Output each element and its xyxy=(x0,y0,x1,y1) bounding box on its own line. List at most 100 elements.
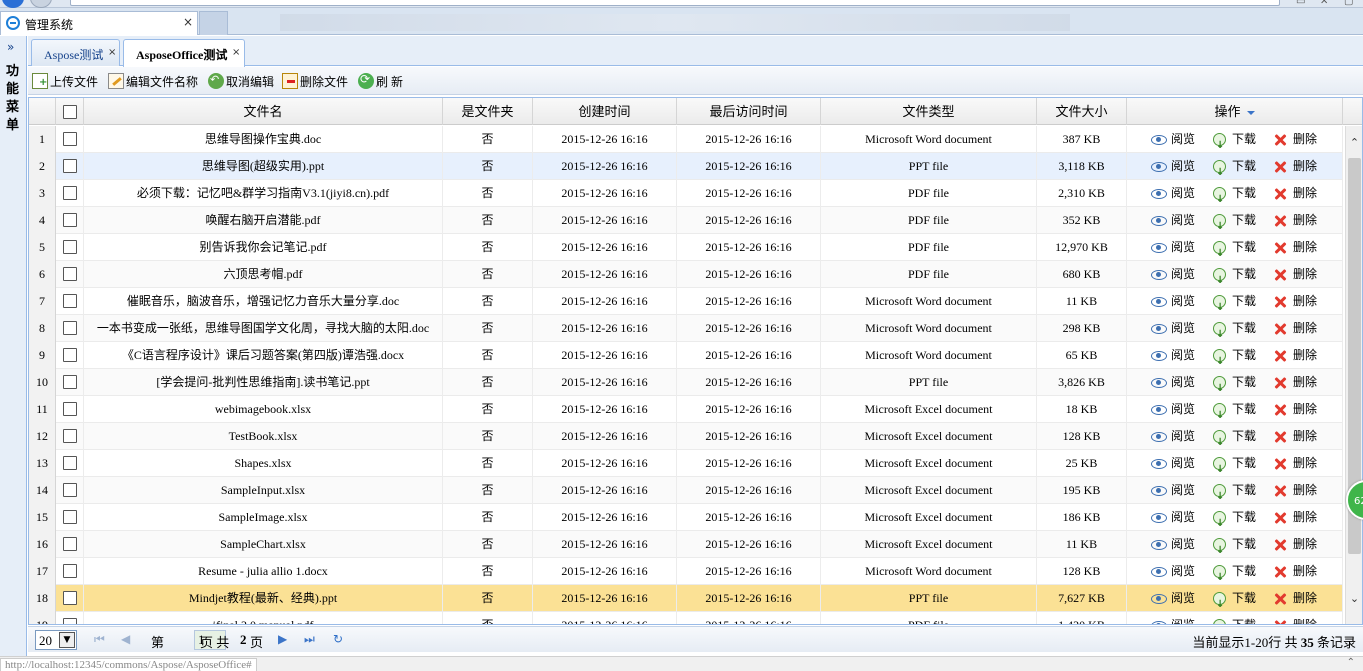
chevron-down-icon[interactable]: ▼ xyxy=(59,632,75,648)
view-button[interactable]: 阅览 xyxy=(1151,153,1195,180)
download-button[interactable]: 下载 xyxy=(1213,315,1256,342)
download-button[interactable]: 下载 xyxy=(1213,288,1256,315)
browser-tab[interactable]: 管理系统 × xyxy=(0,11,198,35)
row-select-cell[interactable] xyxy=(56,504,84,531)
row-checkbox[interactable] xyxy=(62,618,77,624)
download-button[interactable]: 下载 xyxy=(1213,558,1256,585)
download-button[interactable]: 下载 xyxy=(1213,342,1256,369)
table-row[interactable]: 11 webimagebook.xlsx 否 2015-12-26 16:16 2015… xyxy=(29,396,1343,423)
row-checkbox[interactable] xyxy=(62,591,77,606)
col-last-access-time[interactable]: 最后访问时间 xyxy=(677,98,821,125)
view-button[interactable]: 阅览 xyxy=(1151,261,1195,288)
row-select-cell[interactable] xyxy=(56,261,84,288)
row-checkbox[interactable] xyxy=(62,537,77,552)
download-button[interactable]: 下载 xyxy=(1213,207,1256,234)
upload-file-button[interactable]: 上传文件 xyxy=(32,72,98,90)
delete-button[interactable]: 删除 xyxy=(1273,369,1317,396)
close-tab-icon[interactable]: × xyxy=(108,47,116,58)
row-select-cell[interactable] xyxy=(56,396,84,423)
row-checkbox[interactable] xyxy=(62,240,77,255)
view-button[interactable]: 阅览 xyxy=(1151,477,1195,504)
browser-back-button[interactable] xyxy=(2,0,24,8)
delete-button[interactable]: 删除 xyxy=(1273,612,1317,624)
delete-button[interactable]: 删除 xyxy=(1273,585,1317,612)
col-created-time[interactable]: 创建时间 xyxy=(533,98,677,125)
delete-button[interactable]: 删除 xyxy=(1273,396,1317,423)
expand-menu-icon[interactable]: » xyxy=(7,40,14,54)
table-row[interactable]: 17 Resume - julia allio 1.docx 否 2015-12-26… xyxy=(29,558,1343,585)
select-all-checkbox[interactable] xyxy=(62,105,77,120)
delete-button[interactable]: 删除 xyxy=(1273,288,1317,315)
new-tab-button[interactable] xyxy=(199,11,228,35)
delete-button[interactable]: 删除 xyxy=(1273,315,1317,342)
last-page-icon[interactable]: ⏭ xyxy=(304,632,315,647)
browser-forward-button[interactable] xyxy=(30,0,52,8)
row-checkbox[interactable] xyxy=(62,348,77,363)
row-select-cell[interactable] xyxy=(56,612,84,624)
minimize-icon[interactable]: ▭ xyxy=(1296,0,1308,7)
row-select-cell[interactable] xyxy=(56,531,84,558)
download-button[interactable]: 下载 xyxy=(1213,531,1256,558)
address-bar[interactable] xyxy=(70,0,1280,6)
row-select-cell[interactable] xyxy=(56,477,84,504)
row-checkbox[interactable] xyxy=(62,132,77,147)
delete-file-button[interactable]: 删除文件 xyxy=(282,72,348,90)
col-file-size[interactable]: 文件大小 xyxy=(1037,98,1127,125)
row-checkbox[interactable] xyxy=(62,267,77,282)
cancel-edit-button[interactable]: 取消编辑 xyxy=(208,72,274,90)
view-button[interactable]: 阅览 xyxy=(1151,450,1195,477)
table-row[interactable]: 12 TestBook.xlsx 否 2015-12-26 16:16 2015-12-… xyxy=(29,423,1343,450)
row-select-cell[interactable] xyxy=(56,207,84,234)
table-row[interactable]: 7 催眠音乐，脑波音乐，增强记忆力音乐大量分享.doc 否 2015-12-26 16… xyxy=(29,288,1343,315)
row-select-cell[interactable] xyxy=(56,315,84,342)
view-button[interactable]: 阅览 xyxy=(1151,369,1195,396)
download-button[interactable]: 下载 xyxy=(1213,261,1256,288)
download-button[interactable]: 下载 xyxy=(1213,153,1256,180)
download-button[interactable]: 下载 xyxy=(1213,612,1256,624)
row-select-cell[interactable] xyxy=(56,153,84,180)
download-button[interactable]: 下载 xyxy=(1213,504,1256,531)
row-checkbox[interactable] xyxy=(62,483,77,498)
table-row[interactable]: 6 六顶思考帽.pdf 否 2015-12-26 16:16 2015-12-26 16… xyxy=(29,261,1343,288)
function-menu-label[interactable]: 功能菜单 xyxy=(6,62,20,134)
table-row[interactable]: 9 《C语言程序设计》课后习题答案(第四版)谭浩强.docx 否 2015-12-26… xyxy=(29,342,1343,369)
row-select-cell[interactable] xyxy=(56,288,84,315)
row-checkbox[interactable] xyxy=(62,294,77,309)
delete-button[interactable]: 删除 xyxy=(1273,207,1317,234)
row-checkbox[interactable] xyxy=(62,429,77,444)
delete-button[interactable]: 删除 xyxy=(1273,261,1317,288)
delete-button[interactable]: 删除 xyxy=(1273,153,1317,180)
view-button[interactable]: 阅览 xyxy=(1151,531,1195,558)
row-select-cell[interactable] xyxy=(56,234,84,261)
view-button[interactable]: 阅览 xyxy=(1151,207,1195,234)
table-row[interactable]: 19 ifinal 2.0 manual.pdf 否 2015-12-26 16:16… xyxy=(29,612,1343,624)
row-checkbox[interactable] xyxy=(62,213,77,228)
table-row[interactable]: 1 思维导图操作宝典.doc 否 2015-12-26 16:16 2015-12-26… xyxy=(29,126,1343,153)
delete-button[interactable]: 删除 xyxy=(1273,504,1317,531)
row-select-cell[interactable] xyxy=(56,126,84,153)
vertical-scrollbar[interactable]: ⌃ ⌄ xyxy=(1345,126,1362,624)
row-select-cell[interactable] xyxy=(56,450,84,477)
row-select-cell[interactable] xyxy=(56,558,84,585)
row-select-cell[interactable] xyxy=(56,342,84,369)
table-row[interactable]: 15 SampleImage.xlsx 否 2015-12-26 16:16 2015-… xyxy=(29,504,1343,531)
row-select-cell[interactable] xyxy=(56,369,84,396)
row-checkbox[interactable] xyxy=(62,456,77,471)
close-tab-icon[interactable]: × xyxy=(183,15,193,29)
download-button[interactable]: 下载 xyxy=(1213,396,1256,423)
view-button[interactable]: 阅览 xyxy=(1151,234,1195,261)
view-button[interactable]: 阅览 xyxy=(1151,423,1195,450)
row-checkbox[interactable] xyxy=(62,321,77,336)
delete-button[interactable]: 删除 xyxy=(1273,126,1317,153)
chevron-up-icon[interactable]: ⌃ xyxy=(1347,657,1355,668)
table-row[interactable]: 3 必须下载：记忆吧&群学习指南V3.1(jiyi8.cn).pdf 否 2015-1… xyxy=(29,180,1343,207)
view-button[interactable]: 阅览 xyxy=(1151,612,1195,624)
row-checkbox[interactable] xyxy=(62,375,77,390)
view-button[interactable]: 阅览 xyxy=(1151,585,1195,612)
download-button[interactable]: 下载 xyxy=(1213,180,1256,207)
delete-button[interactable]: 删除 xyxy=(1273,342,1317,369)
view-button[interactable]: 阅览 xyxy=(1151,288,1195,315)
refresh-button[interactable]: 刷 新 xyxy=(358,72,403,90)
table-row[interactable]: 18 Mindjet教程(最新、经典).ppt 否 2015-12-26 16:16 2… xyxy=(29,585,1343,612)
delete-button[interactable]: 删除 xyxy=(1273,558,1317,585)
